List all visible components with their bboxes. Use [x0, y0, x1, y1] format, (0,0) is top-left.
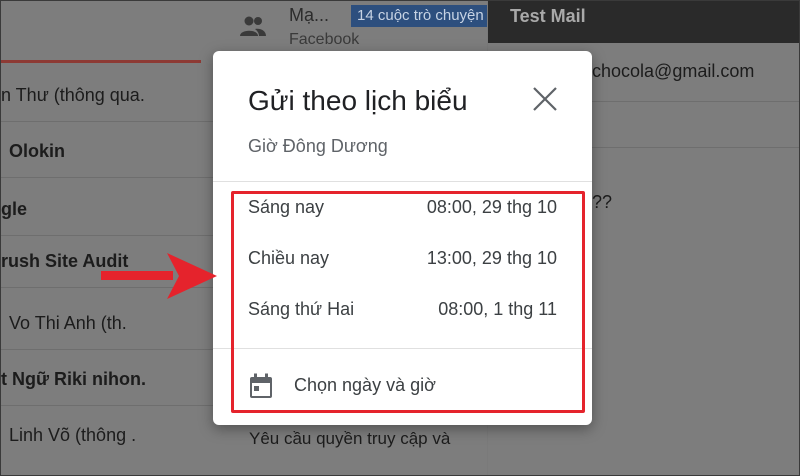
screenshot-frame: Mạ... 14 cuộc trò chuyện Facebook n Thư …	[0, 0, 800, 476]
schedule-send-dialog: Gửi theo lịch biểu Giờ Đông Dương Sáng n…	[213, 51, 592, 425]
option-monday-morning[interactable]: Sáng thứ Hai 08:00, 1 thg 11	[231, 287, 573, 333]
option-time: 08:00, 1 thg 11	[438, 299, 557, 319]
divider	[213, 348, 592, 349]
compose-body-text: ??	[592, 192, 613, 212]
dialog-title: Gửi theo lịch biểu	[248, 85, 468, 116]
pick-date-time-label: Chọn ngày và giờ	[294, 375, 436, 395]
email-snippet: Yêu cầu quyền truy cập và	[249, 429, 451, 448]
group-title: Mạ...	[289, 5, 330, 25]
red-arrow-icon	[101, 253, 217, 299]
email-sender: Linh Võ (thông .	[9, 425, 137, 445]
option-label: Sáng nay	[248, 197, 325, 217]
option-label: Sáng thứ Hai	[248, 299, 355, 319]
option-time: 13:00, 29 thg 10	[426, 248, 557, 268]
option-this-morning[interactable]: Sáng nay 08:00, 29 thg 10	[231, 185, 573, 231]
people-icon	[240, 16, 266, 36]
group-subtitle: Facebook	[289, 31, 360, 48]
recipient-email: chocola@gmail.com	[592, 61, 755, 81]
conversation-count-badge: 14 cuộc trò chuyện	[351, 5, 487, 27]
email-sender: Vo Thi Anh (th.	[9, 313, 127, 333]
email-sender: n Thư (thông qua.	[1, 85, 145, 105]
option-label: Chiều nay	[248, 248, 330, 268]
divider	[213, 181, 592, 182]
email-sender: gle	[1, 199, 28, 219]
email-sender: t Ngữ Riki nihon.	[1, 369, 147, 389]
option-time: 08:00, 29 thg 10	[426, 197, 557, 217]
close-button[interactable]	[531, 85, 559, 113]
option-this-afternoon[interactable]: Chiều nay 13:00, 29 thg 10	[231, 236, 573, 282]
active-tab-indicator	[1, 60, 201, 63]
compose-title: Test Mail	[510, 6, 586, 26]
compose-header: Test Mail	[488, 1, 799, 43]
timezone-label: Giờ Đông Dương	[248, 136, 388, 156]
pick-date-time-button[interactable]: Chọn ngày và giờ	[231, 365, 573, 411]
email-sender: Olokin	[9, 141, 66, 161]
calendar-icon	[250, 373, 272, 398]
close-icon	[533, 87, 557, 111]
